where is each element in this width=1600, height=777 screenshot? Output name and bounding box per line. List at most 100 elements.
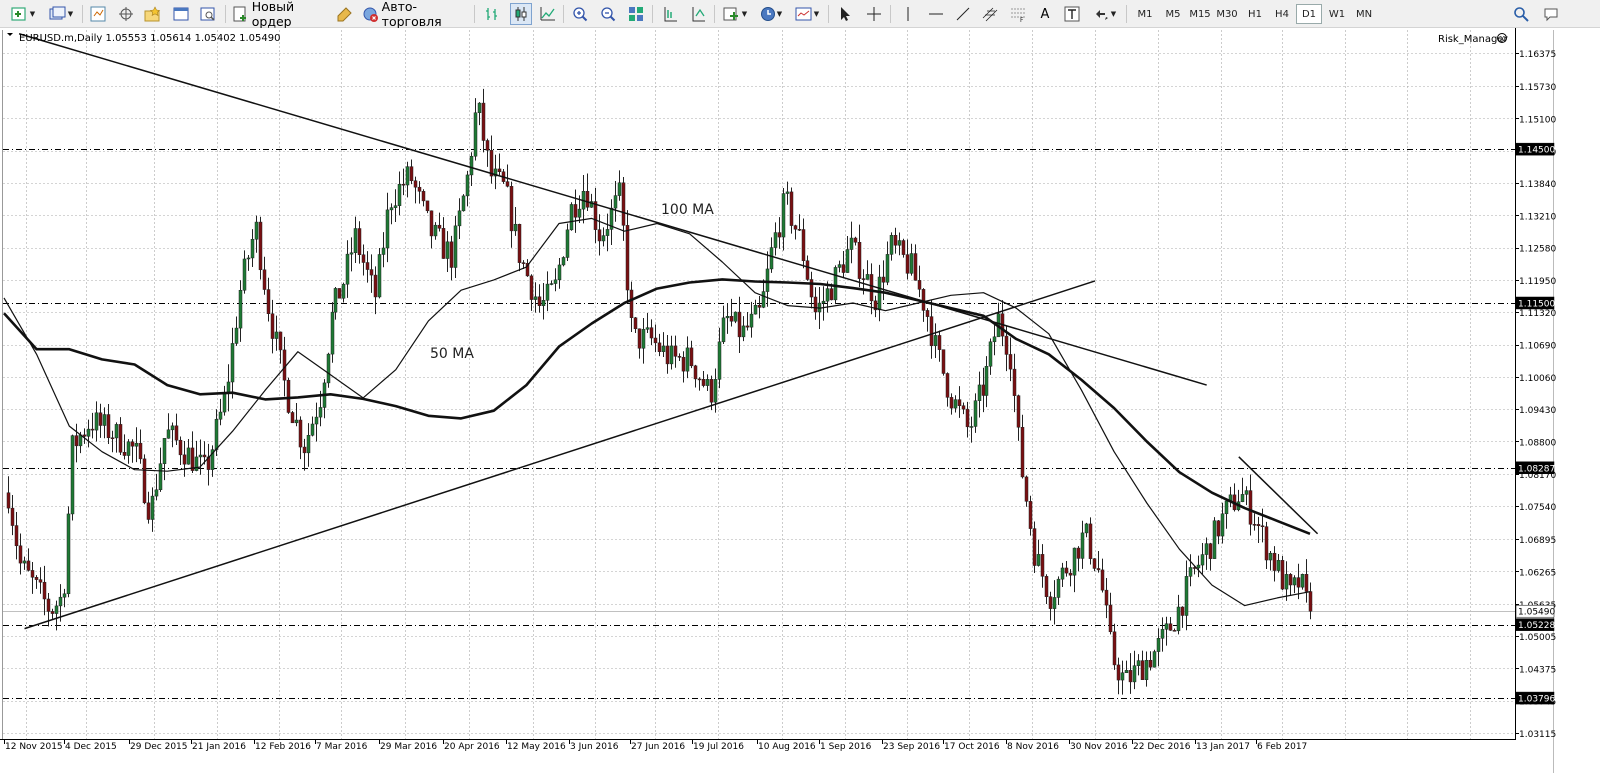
search-button[interactable] [1510, 3, 1532, 25]
bull-candle [1056, 578, 1061, 598]
bull-candle [865, 274, 870, 280]
crosshair-tool-button[interactable] [864, 3, 884, 25]
new-order-button[interactable]: Новый ордер [232, 0, 332, 29]
timeframe-m1[interactable]: M1 [1132, 4, 1158, 24]
bull-candle [62, 593, 67, 598]
timeframe-m30[interactable]: M30 [1214, 4, 1240, 24]
bear-candle [829, 288, 834, 301]
bear-candle [841, 264, 846, 273]
bear-candle [1088, 523, 1093, 559]
bear-candle [122, 452, 127, 456]
favorites-button[interactable] [143, 3, 163, 25]
horizontal-line-tool-button[interactable] [926, 3, 946, 25]
channel-tool-button[interactable] [980, 3, 1000, 25]
bar-chart-button[interactable] [482, 3, 502, 25]
bear-candle [965, 408, 970, 428]
new-order-label: Новый ордер [251, 0, 295, 29]
bear-candle [757, 304, 762, 308]
candlestick-chart-button[interactable] [510, 3, 532, 25]
timeframe-w1[interactable]: W1 [1324, 4, 1350, 24]
profiles-button[interactable]: ▼ [46, 3, 76, 25]
bull-candle [234, 327, 239, 344]
text-tool-button[interactable]: A [1035, 3, 1055, 25]
terminal-button[interactable] [171, 3, 191, 25]
bull-candle [565, 229, 570, 258]
bull-candle [1268, 552, 1273, 561]
fibonacci-tool-button[interactable]: F [1008, 3, 1028, 25]
tile-windows-button[interactable] [626, 3, 646, 25]
bear-candle [1140, 660, 1145, 680]
line-chart-button[interactable] [538, 3, 558, 25]
zoom-in-button[interactable] [570, 3, 590, 25]
bull-candle [166, 429, 171, 439]
bull-candle [669, 345, 674, 365]
bear-candle [593, 201, 598, 230]
bear-candle [1012, 368, 1017, 396]
bear-candle [637, 328, 642, 349]
trendline-tool-button[interactable] [953, 3, 973, 25]
bear-candle [681, 356, 686, 372]
market-watch-icon [90, 6, 106, 22]
bull-candle [1240, 494, 1245, 503]
time-tick-label: 20 Apr 2016 [444, 742, 500, 752]
chat-button[interactable] [1540, 3, 1562, 25]
bear-candle [861, 278, 866, 280]
arrows-icon [1095, 10, 1108, 20]
templates-button[interactable]: ▼ [792, 3, 822, 25]
strategy-tester-button[interactable] [198, 3, 218, 25]
bull-candle [433, 224, 438, 237]
bull-candle [953, 399, 958, 409]
bull-candle [1132, 665, 1137, 683]
bear-candle [1308, 591, 1313, 612]
new-chart-button[interactable]: ▼ [8, 3, 38, 25]
cursor-tool-button[interactable] [836, 3, 856, 25]
bull-candle [330, 311, 335, 355]
bull-candle [761, 291, 766, 308]
text-label-tool-button[interactable] [1062, 3, 1082, 25]
chart-shift-button[interactable] [660, 3, 680, 25]
bull-candle [114, 424, 119, 439]
bear-candle [146, 502, 151, 520]
bull-candle [469, 155, 474, 176]
bear-candle [937, 335, 942, 350]
timeframe-h4[interactable]: H4 [1269, 4, 1295, 24]
timeframe-d1[interactable]: D1 [1296, 4, 1322, 24]
indicators-button[interactable]: ▼ [720, 3, 750, 25]
bear-candle [1116, 664, 1121, 681]
time-tick-label: 23 Sep 2016 [883, 742, 940, 752]
bear-candle [302, 446, 307, 454]
timeframe-m5[interactable]: M5 [1160, 4, 1186, 24]
bull-candle [909, 253, 914, 274]
bull-candle [1284, 574, 1289, 590]
bull-candle [553, 279, 558, 284]
arrows-tool-button[interactable]: ▼ [1090, 3, 1120, 25]
bull-candle [1244, 490, 1249, 495]
vertical-line-tool-button[interactable] [898, 3, 918, 25]
bear-candle [174, 425, 179, 441]
market-watch-button[interactable] [88, 3, 108, 25]
bull-candle [845, 249, 850, 273]
zoom-out-button[interactable] [598, 3, 618, 25]
navigator-button[interactable] [116, 3, 136, 25]
timeframe-m15[interactable]: M15 [1187, 4, 1213, 24]
bull-candle [242, 258, 247, 291]
bear-candle [106, 414, 111, 439]
price-chart[interactable]: 1.163751.157301.151001.144601.138401.132… [0, 28, 1600, 773]
timeframe-h1[interactable]: H1 [1242, 4, 1268, 24]
tile-windows-icon [629, 7, 643, 21]
bear-candle [689, 347, 694, 367]
time-tick-label: 3 Jun 2016 [570, 742, 619, 752]
bull-candle [1200, 554, 1205, 566]
chart-window[interactable]: 1.163751.157301.151001.144601.138401.132… [0, 28, 1600, 773]
timeframe-mn[interactable]: MN [1351, 4, 1377, 24]
bull-candle [1196, 564, 1201, 569]
auto-trading-button[interactable]: Авто-торговля [362, 0, 470, 29]
metaeditor-button[interactable] [335, 3, 355, 25]
bull-candle [749, 313, 754, 328]
periodicity-button[interactable]: ▼ [756, 3, 786, 25]
bear-candle [1216, 520, 1221, 537]
autoscroll-button[interactable] [688, 3, 708, 25]
bull-candle [1160, 629, 1165, 639]
bear-candle [178, 439, 183, 456]
price-tick-label: 1.04375 [1519, 665, 1556, 675]
